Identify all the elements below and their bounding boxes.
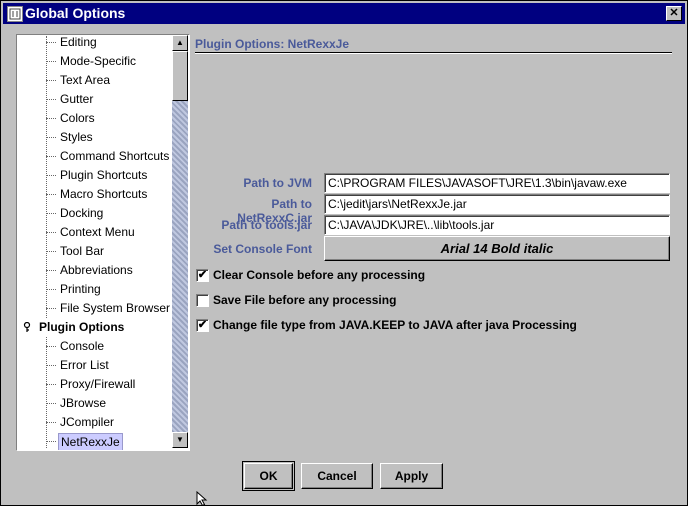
- title-bar[interactable]: Global Options ✕: [3, 3, 685, 24]
- tree-item-label: Context Menu: [60, 225, 135, 239]
- tree-item-printing[interactable]: Printing: [18, 280, 178, 299]
- arrow-up-icon: ▲: [176, 38, 184, 47]
- tree-item-label: Proxy/Firewall: [60, 377, 136, 391]
- tree-item-label: JBrowse: [60, 396, 107, 410]
- tree-item-colors[interactable]: Colors: [18, 109, 178, 128]
- tree-item-label: Styles: [60, 130, 93, 144]
- app-icon: [7, 6, 23, 22]
- scroll-track[interactable]: [172, 101, 188, 432]
- tree-item-netrexxje[interactable]: NetRexxJe: [18, 432, 178, 450]
- tree-item-label: Macro Shortcuts: [60, 187, 148, 201]
- clear-console-checkbox[interactable]: ✔: [196, 269, 209, 282]
- tree-item-macro-shortcuts[interactable]: Macro Shortcuts: [18, 185, 178, 204]
- netrexxc-path-field[interactable]: [324, 194, 670, 214]
- tree-item-jbrowse[interactable]: JBrowse: [18, 394, 178, 413]
- tree-item-label: File System Browser: [60, 301, 171, 315]
- tools-jar-path-input[interactable]: [325, 216, 669, 234]
- close-button[interactable]: ✕: [666, 6, 682, 21]
- clear-console-checkbox-row[interactable]: ✔ Clear Console before any processing: [196, 267, 596, 283]
- window-title: Global Options: [25, 5, 126, 21]
- tree-item-abbreviations[interactable]: Abbreviations: [18, 261, 178, 280]
- tree-item-label: Colors: [60, 111, 95, 125]
- tree-group-plugin-options[interactable]: Plugin Options: [18, 318, 178, 337]
- netrexxc-path-input[interactable]: [325, 195, 669, 213]
- tree-item-mode-specific[interactable]: Mode-Specific: [18, 52, 178, 71]
- options-tree[interactable]: Editing Mode-Specific Text Area Gutter C…: [16, 34, 190, 451]
- save-file-label: Save File before any processing: [213, 293, 397, 307]
- jvm-path-label: Path to JVM: [243, 176, 312, 190]
- save-file-checkbox-row[interactable]: Save File before any processing: [196, 292, 596, 308]
- tree-item-command-shortcuts[interactable]: Command Shortcuts: [18, 147, 178, 166]
- tree-item-gutter[interactable]: Gutter: [18, 90, 178, 109]
- tree-item-label: JCompiler: [60, 415, 115, 429]
- apply-button[interactable]: Apply: [380, 463, 443, 489]
- tools-jar-path-label: Path to tools.jar: [221, 218, 312, 232]
- tree-item-label: Gutter: [60, 92, 94, 106]
- scroll-down-button[interactable]: ▼: [172, 432, 188, 448]
- panel-title: Plugin Options: NetRexxJe: [195, 37, 350, 51]
- tree-item-console[interactable]: Console: [18, 337, 178, 356]
- tree-item-label: Command Shortcuts: [60, 149, 170, 163]
- tree-item-label: Plugin Shortcuts: [60, 168, 148, 182]
- jvm-path-field[interactable]: [324, 173, 670, 193]
- tree-item-proxy-firewall[interactable]: Proxy/Firewall: [18, 375, 178, 394]
- ok-button[interactable]: OK: [242, 461, 295, 491]
- tree-item-docking[interactable]: Docking: [18, 204, 178, 223]
- tree-item-label: Mode-Specific: [60, 54, 137, 68]
- tree-item-editing[interactable]: Editing: [18, 35, 178, 52]
- tree-item-text-area[interactable]: Text Area: [18, 71, 178, 90]
- tree-item-label: NetRexxJe: [58, 433, 123, 450]
- change-file-type-checkbox-row[interactable]: ✔ Change file type from JAVA.KEEP to JAV…: [196, 317, 596, 333]
- jvm-path-input[interactable]: [325, 174, 669, 192]
- tree-item-label: Printing: [60, 282, 101, 296]
- tree-item-label: Text Area: [60, 73, 111, 87]
- tree-item-label: Editing: [60, 35, 97, 49]
- tree-item-tool-bar[interactable]: Tool Bar: [18, 242, 178, 261]
- console-font-label: Set Console Font: [213, 242, 312, 256]
- clear-console-label: Clear Console before any processing: [213, 268, 426, 282]
- tree-item-label: Error List: [60, 358, 109, 372]
- change-file-type-checkbox[interactable]: ✔: [196, 319, 209, 332]
- tree-scrollbar[interactable]: ▲ ▼: [172, 35, 188, 448]
- tree-item-jcompiler[interactable]: JCompiler: [18, 413, 178, 432]
- tree-item-plugin-shortcuts[interactable]: Plugin Shortcuts: [18, 166, 178, 185]
- arrow-down-icon: ▼: [176, 435, 184, 444]
- console-font-button[interactable]: Arial 14 Bold italic: [324, 236, 670, 261]
- key-icon: [23, 322, 31, 332]
- tree-item-label: Console: [60, 339, 105, 353]
- scroll-thumb[interactable]: [172, 51, 188, 101]
- tree-group-label: Plugin Options: [39, 320, 125, 334]
- tree-item-label: Docking: [60, 206, 104, 220]
- title-divider: [195, 52, 672, 54]
- tree-item-styles[interactable]: Styles: [18, 128, 178, 147]
- change-file-type-label: Change file type from JAVA.KEEP to JAVA …: [213, 318, 577, 332]
- mouse-cursor-icon: [196, 491, 208, 506]
- tools-jar-path-field[interactable]: [324, 215, 670, 235]
- save-file-checkbox[interactable]: [196, 294, 209, 307]
- tree-item-context-menu[interactable]: Context Menu: [18, 223, 178, 242]
- cancel-button[interactable]: Cancel: [301, 463, 373, 489]
- tree-item-label: Tool Bar: [60, 244, 105, 258]
- tree-item-error-list[interactable]: Error List: [18, 356, 178, 375]
- scroll-up-button[interactable]: ▲: [172, 35, 188, 51]
- tree-item-file-system-browser[interactable]: File System Browser: [18, 299, 178, 318]
- close-icon: ✕: [669, 7, 679, 19]
- tree-item-label: Abbreviations: [60, 263, 133, 277]
